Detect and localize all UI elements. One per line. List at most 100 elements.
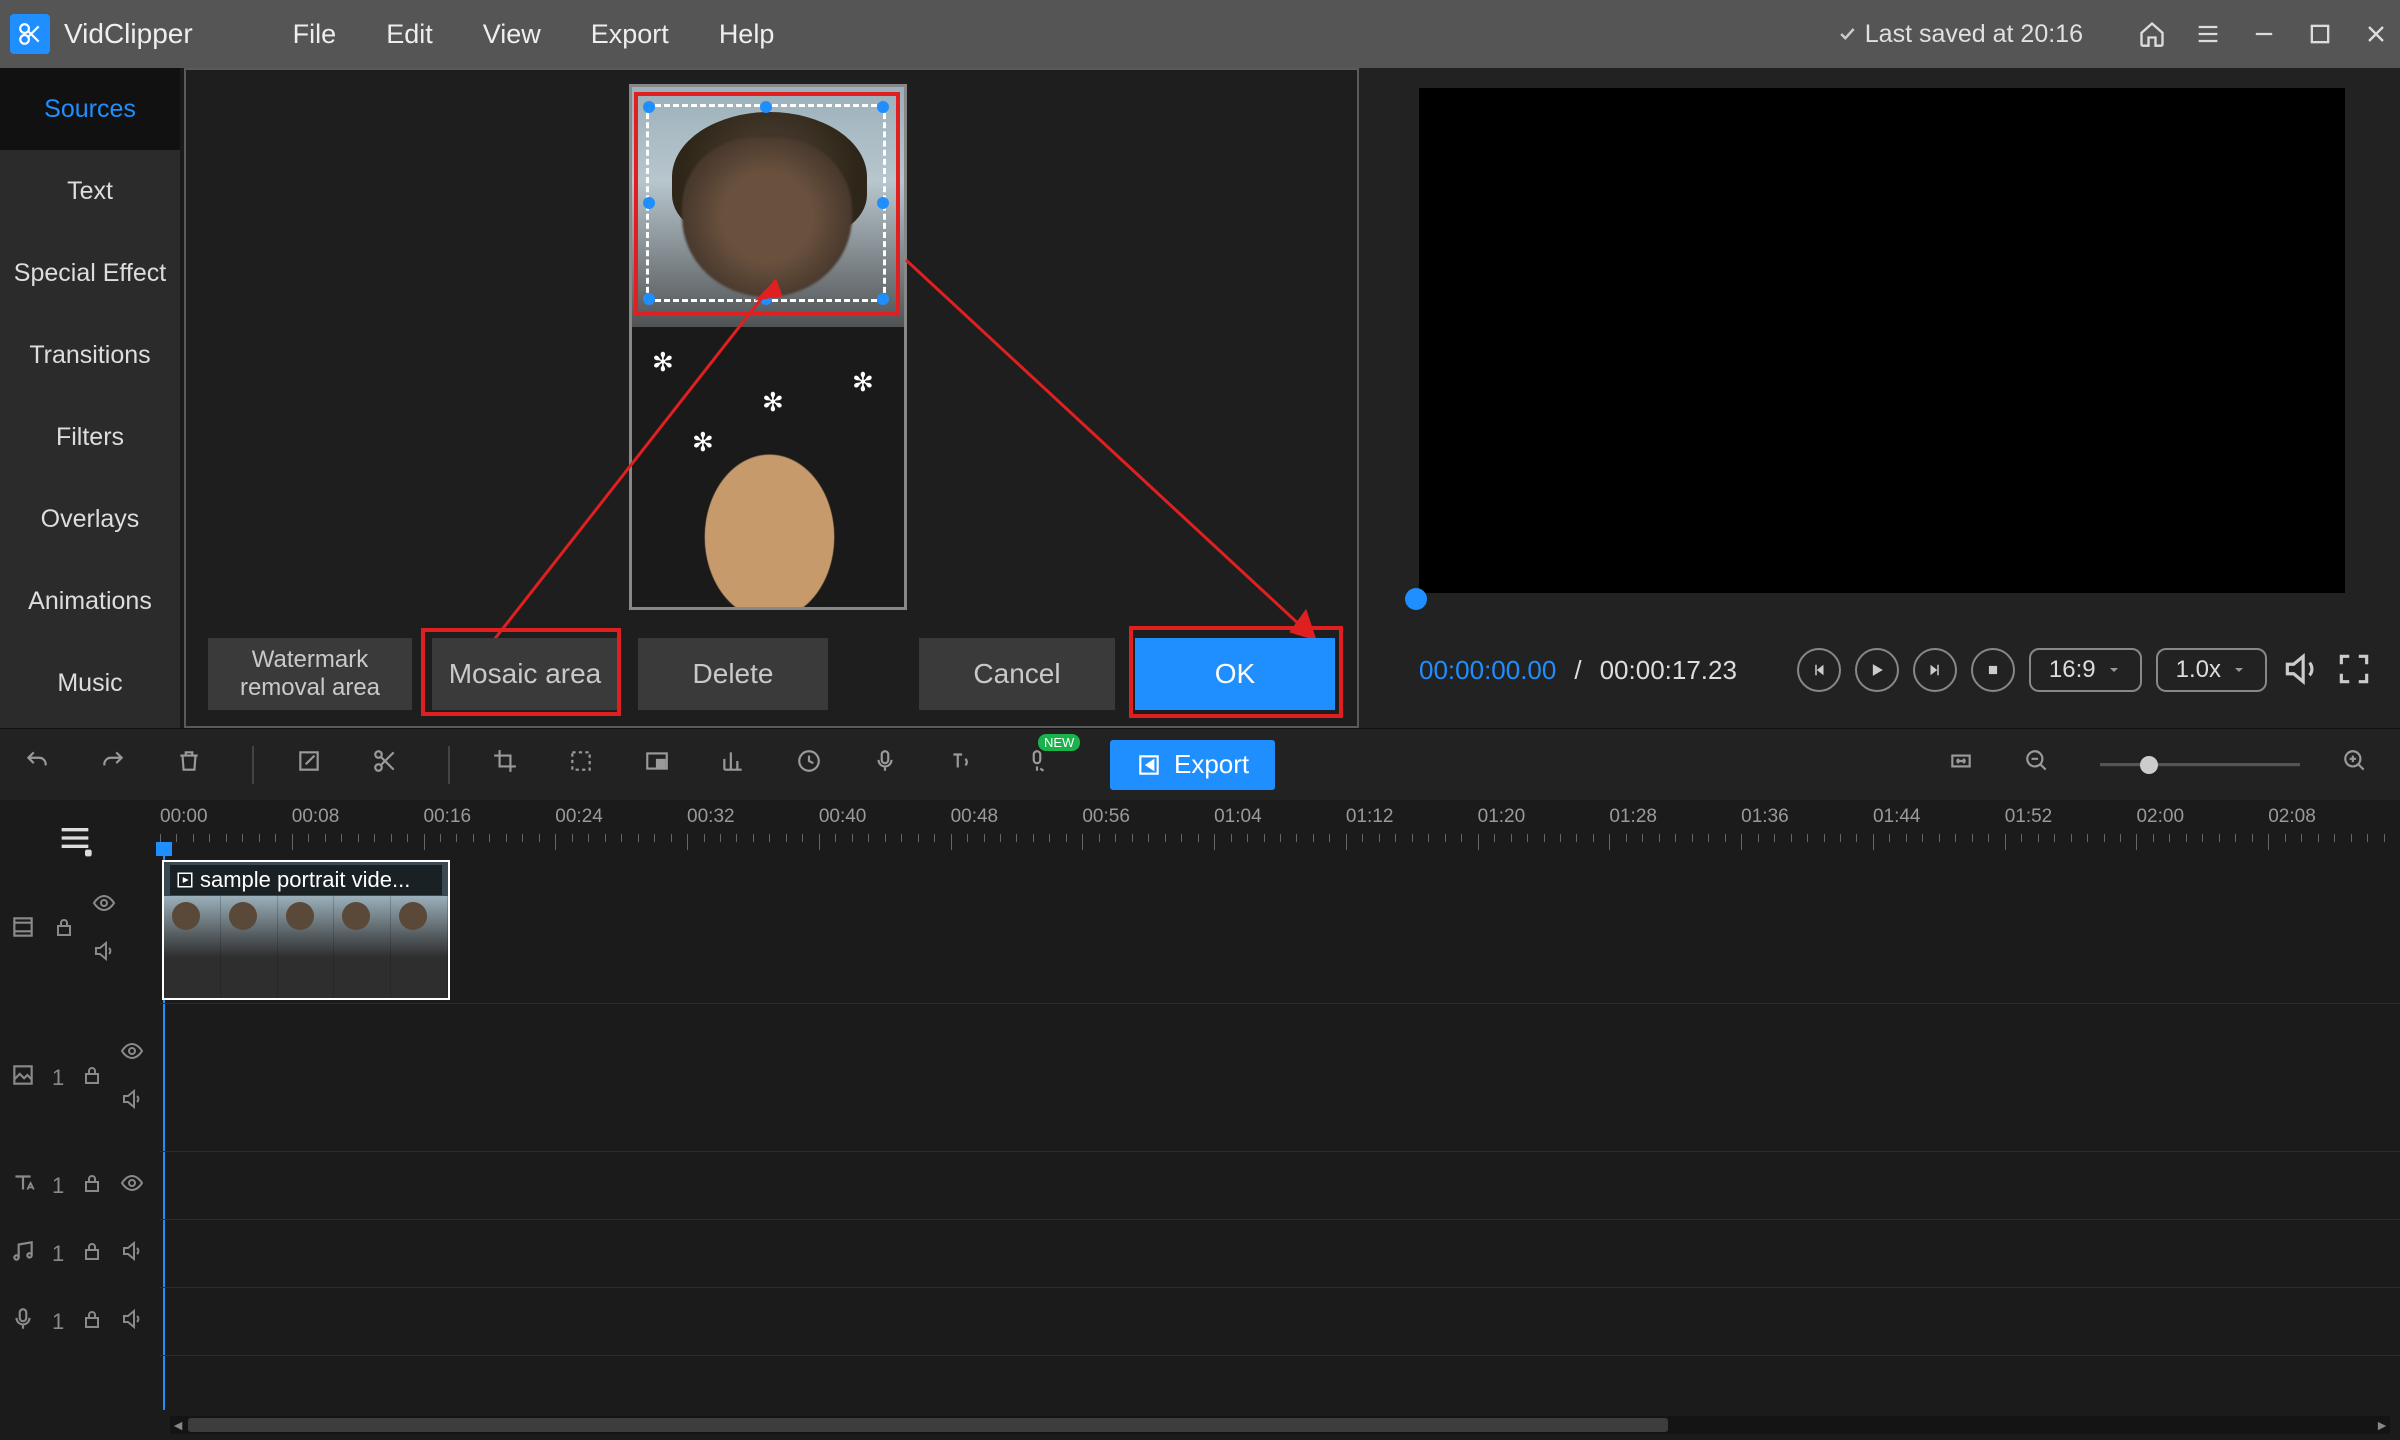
ruler-label: 01:52 <box>2005 806 2053 828</box>
ruler-label: 00:48 <box>951 806 999 828</box>
annotation-arrow-right <box>896 250 1336 670</box>
timecode-duration: 00:00:17.23 <box>1600 655 1737 686</box>
sidebar-item-transitions[interactable]: Transitions <box>0 314 180 396</box>
ok-button[interactable]: OK <box>1135 638 1335 710</box>
menu-edit[interactable]: Edit <box>386 19 433 50</box>
pip-icon[interactable] <box>644 748 678 782</box>
export-button[interactable]: Export <box>1110 740 1275 790</box>
scroll-right-icon[interactable]: ► <box>2374 1416 2390 1434</box>
menu-file[interactable]: File <box>293 19 337 50</box>
mute-icon[interactable] <box>120 1239 144 1269</box>
timeline-clip[interactable]: sample portrait vide... <box>162 860 450 1000</box>
last-saved-label: Last saved at 20:16 <box>1837 20 2083 49</box>
mute-icon[interactable] <box>92 939 116 969</box>
preview-screen[interactable] <box>1419 88 2345 593</box>
lock-icon[interactable] <box>80 1171 104 1201</box>
music-track[interactable]: 1 <box>160 1220 2400 1288</box>
sidebar-item-overlays[interactable]: Overlays <box>0 478 180 560</box>
app-logo <box>10 14 50 54</box>
cancel-button[interactable]: Cancel <box>919 638 1115 710</box>
title-bar: VidClipper File Edit View Export Help La… <box>0 0 2400 68</box>
zoom-in-icon[interactable] <box>2342 748 2376 782</box>
crop-icon[interactable] <box>492 748 526 782</box>
preview-panel: 00:00:00.00 / 00:00:17.23 16:9 1.0x <box>1359 68 2400 728</box>
side-panel: Sources Text Special Effect Transitions … <box>0 68 180 728</box>
scroll-left-icon[interactable]: ◄ <box>170 1416 186 1434</box>
play-button[interactable] <box>1855 648 1899 692</box>
visibility-icon[interactable] <box>120 1171 144 1201</box>
menu-help[interactable]: Help <box>719 19 775 50</box>
delete-icon[interactable] <box>176 748 210 782</box>
mute-icon[interactable] <box>120 1087 144 1117</box>
mosaic-area-button[interactable]: Mosaic area <box>432 638 618 710</box>
text-track-icon <box>10 1170 36 1202</box>
sidebar-item-music[interactable]: Music <box>0 642 180 724</box>
time-ruler[interactable]: 00:0000:0800:1600:2400:3200:4000:4800:56… <box>160 806 2400 856</box>
ruler-label: 00:32 <box>687 806 735 828</box>
stop-button[interactable] <box>1971 648 2015 692</box>
fullscreen-icon[interactable] <box>2335 650 2375 690</box>
stt-icon[interactable]: NEW <box>1024 748 1058 782</box>
ruler-label: 02:08 <box>2268 806 2316 828</box>
minimize-icon[interactable] <box>2250 20 2278 48</box>
tts-icon[interactable] <box>948 748 982 782</box>
video-track[interactable]: sample portrait vide... <box>160 856 2400 1004</box>
mute-icon[interactable] <box>120 1307 144 1337</box>
new-badge: NEW <box>1038 734 1080 751</box>
voice-track[interactable]: 1 <box>160 1288 2400 1356</box>
voiceover-icon[interactable] <box>872 748 906 782</box>
ruler-label: 01:36 <box>1741 806 1789 828</box>
voice-track-icon <box>10 1306 36 1338</box>
watermark-removal-button[interactable]: Watermark removal area <box>208 638 412 710</box>
close-icon[interactable] <box>2362 20 2390 48</box>
lock-icon[interactable] <box>52 915 76 945</box>
lock-icon[interactable] <box>80 1307 104 1337</box>
fit-icon[interactable] <box>1948 748 1982 782</box>
image-track-icon <box>10 1062 36 1094</box>
sidebar-item-sources[interactable]: Sources <box>0 68 180 150</box>
sidebar-item-filters[interactable]: Filters <box>0 396 180 478</box>
visibility-icon[interactable] <box>120 1039 144 1069</box>
visibility-icon[interactable] <box>92 891 116 921</box>
annotation-arrow-left <box>456 270 786 670</box>
undo-icon[interactable] <box>24 748 58 782</box>
zoom-slider[interactable] <box>2100 763 2300 767</box>
stats-icon[interactable] <box>720 748 754 782</box>
menu-export[interactable]: Export <box>591 19 669 50</box>
ruler-label: 00:16 <box>424 806 472 828</box>
prev-frame-button[interactable] <box>1797 648 1841 692</box>
timeline-toolbar: NEW Export <box>0 728 2400 800</box>
maximize-icon[interactable] <box>2306 20 2334 48</box>
hamburger-icon[interactable] <box>2194 20 2222 48</box>
timeline: 00:0000:0800:1600:2400:3200:4000:4800:56… <box>0 800 2400 1440</box>
next-frame-button[interactable] <box>1913 648 1957 692</box>
ruler-label: 01:28 <box>1609 806 1657 828</box>
main-menu: File Edit View Export Help <box>293 19 775 50</box>
image-track[interactable]: 1 <box>160 1004 2400 1152</box>
playback-speed-select[interactable]: 1.0x <box>2156 648 2267 692</box>
zoom-out-icon[interactable] <box>2024 748 2058 782</box>
sidebar-item-text[interactable]: Text <box>0 150 180 232</box>
preview-playhead[interactable] <box>1405 588 1427 610</box>
home-icon[interactable] <box>2138 20 2166 48</box>
app-name: VidClipper <box>64 18 193 50</box>
mosaic-editor-dialog: ✻ ✻ ✻ ✻ Watermark removal <box>184 68 1359 728</box>
aspect-ratio-select[interactable]: 16:9 <box>2029 648 2142 692</box>
text-track[interactable]: 1 <box>160 1152 2400 1220</box>
lock-icon[interactable] <box>80 1063 104 1093</box>
scrollbar-thumb[interactable] <box>188 1418 1668 1432</box>
menu-view[interactable]: View <box>483 19 541 50</box>
video-track-icon <box>10 914 36 946</box>
lock-icon[interactable] <box>80 1239 104 1269</box>
timeline-scrollbar[interactable]: ◄ ► <box>170 1416 2390 1434</box>
delete-button[interactable]: Delete <box>638 638 828 710</box>
edit-icon[interactable] <box>296 748 330 782</box>
redo-icon[interactable] <box>100 748 134 782</box>
sidebar-item-animations[interactable]: Animations <box>0 560 180 642</box>
ruler-label: 00:00 <box>160 806 208 828</box>
mosaic-icon[interactable] <box>568 748 602 782</box>
duration-icon[interactable] <box>796 748 830 782</box>
volume-icon[interactable] <box>2281 650 2321 690</box>
sidebar-item-special-effect[interactable]: Special Effect <box>0 232 180 314</box>
split-icon[interactable] <box>372 748 406 782</box>
